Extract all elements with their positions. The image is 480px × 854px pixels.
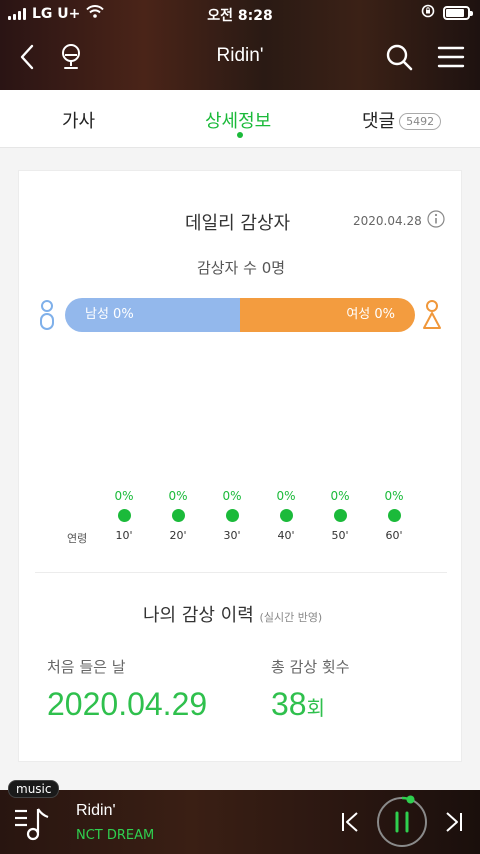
age-label: 40' (277, 529, 295, 542)
tab-comments[interactable]: 댓글 5492 (362, 107, 442, 133)
total-plays-number: 38 (271, 686, 307, 722)
daily-listeners-title: 데일리 감상자 (185, 213, 291, 234)
tab-bar: 가사 상세정보 댓글 5492 (0, 90, 480, 148)
age-group-30: 0% 30' (212, 489, 252, 542)
now-playing-title: Ridin' (76, 802, 116, 819)
previous-button[interactable] (338, 810, 362, 834)
history-title-text: 나의 감상 이력 (143, 605, 254, 626)
age-group-60: 0% 60' (374, 489, 414, 542)
female-icon (422, 299, 442, 335)
status-right (421, 4, 473, 22)
age-axis-label: 연령 (67, 532, 88, 545)
play-pause-button[interactable] (374, 794, 430, 850)
orientation-lock-icon (421, 4, 435, 22)
next-icon (446, 812, 462, 832)
age-dot (333, 509, 347, 522)
hamburger-menu-icon (437, 46, 465, 68)
section-divider (35, 572, 447, 573)
now-playing-artist: NCT DREAM (76, 828, 155, 843)
total-plays-label: 총 감상 횟수 (271, 658, 350, 676)
mini-player[interactable]: Ridin' NCT DREAM (0, 790, 480, 854)
age-group-50: 0% 50' (320, 489, 360, 542)
age-dot (387, 509, 401, 522)
age-group-40: 0% 40' (266, 489, 306, 542)
history-title: 나의 감상 이력 (실시간 반영) (143, 601, 322, 627)
male-ratio: 남성 0% (65, 298, 240, 332)
next-button[interactable] (442, 810, 466, 834)
first-listened-label: 처음 들은 날 (47, 658, 126, 676)
previous-icon (342, 812, 358, 832)
age-dot (279, 509, 293, 522)
age-percent: 0% (222, 489, 242, 503)
info-icon (427, 210, 445, 228)
total-plays-value: 38회 (271, 686, 325, 723)
screen: LG U+ 오전 8:28 Ridin' 가사 상세정보 댓글 5492 데일리… (0, 0, 480, 854)
header: LG U+ 오전 8:28 Ridin' (0, 0, 480, 90)
comment-count-badge: 5492 (399, 113, 442, 130)
status-bar: LG U+ 오전 8:28 (0, 0, 480, 26)
age-label: 30' (223, 529, 241, 542)
gender-ratio-bar: 남성 0% 여성 0% (65, 298, 415, 332)
age-dot (171, 509, 185, 522)
age-percent: 0% (276, 489, 296, 503)
tab-comments-label: 댓글 (362, 111, 396, 132)
age-percent: 0% (330, 489, 350, 503)
playlist-music-icon (15, 808, 49, 841)
menu-button[interactable] (436, 42, 466, 72)
daily-listeners-date: 2020.04.28 (353, 214, 422, 228)
tab-details[interactable]: 상세정보 (205, 107, 271, 133)
age-label: 10' (115, 529, 133, 542)
info-button[interactable] (427, 210, 445, 232)
battery-icon (443, 6, 473, 20)
playlist-button[interactable] (12, 804, 52, 844)
first-listened-date: 2020.04.29 (47, 686, 208, 722)
active-tab-indicator (237, 132, 243, 138)
music-tab-label: music (8, 780, 60, 798)
nav-bar: Ridin' (0, 32, 480, 82)
pause-icon (377, 795, 427, 847)
search-button[interactable] (384, 42, 414, 72)
tab-lyrics[interactable]: 가사 (62, 107, 95, 133)
age-group-20: 0% 20' (158, 489, 198, 542)
age-percent: 0% (114, 489, 134, 503)
status-time: 오전 8:28 (207, 8, 273, 24)
viewer-count: 감상자 수 0명 (196, 259, 286, 277)
age-label: 50' (331, 529, 349, 542)
age-group-10: 0% 10' (104, 489, 144, 542)
age-dot (225, 509, 239, 522)
search-icon (386, 44, 413, 71)
female-ratio: 여성 0% (240, 298, 415, 332)
male-icon (39, 299, 55, 335)
age-dot (117, 509, 131, 522)
age-percent: 0% (384, 489, 404, 503)
age-percent: 0% (168, 489, 188, 503)
age-label: 60' (385, 529, 403, 542)
history-subtitle: (실시간 반영) (259, 611, 323, 624)
age-label: 20' (169, 529, 187, 542)
daily-listeners-card: 데일리 감상자 2020.04.28 감상자 수 0명 남성 0% 여성 0% (18, 170, 462, 762)
total-plays-unit: 회 (306, 698, 325, 720)
